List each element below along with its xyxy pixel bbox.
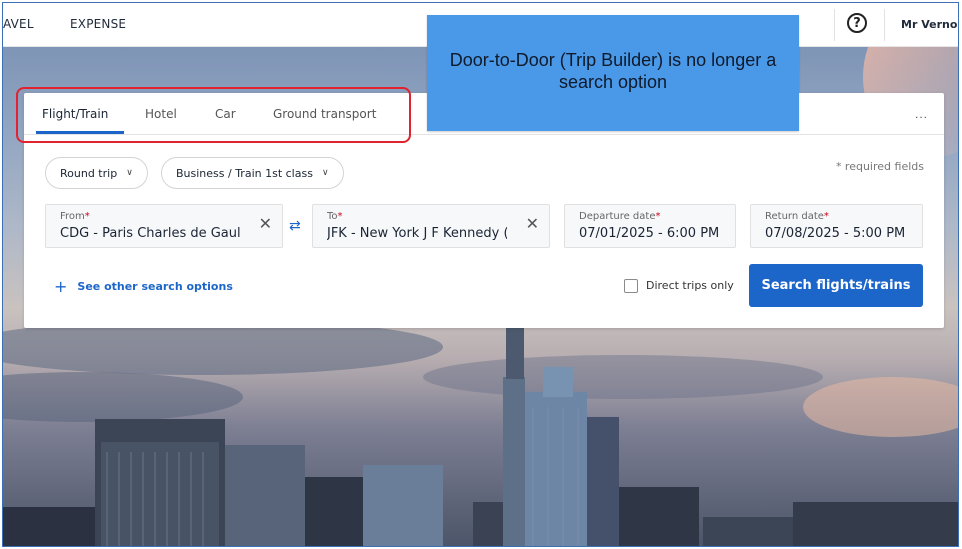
more-options-menu[interactable]: ... — [915, 107, 928, 121]
see-other-search-options-link[interactable]: + See other search options — [54, 277, 233, 296]
user-menu[interactable]: Mr Vernon B — [901, 18, 958, 31]
departure-date-value: 07/01/2025 - 6:00 PM — [579, 226, 720, 241]
from-value: CDG - Paris Charles de Gaulle — [60, 226, 240, 241]
from-field[interactable]: From* CDG - Paris Charles de Gaulle ✕ — [45, 204, 283, 248]
required-marker: * — [823, 211, 829, 222]
direct-trips-label[interactable]: Direct trips only — [646, 279, 734, 292]
to-field[interactable]: To* JFK - New York J F Kennedy (N ✕ — [312, 204, 550, 248]
plus-icon: + — [54, 277, 68, 296]
annotation-callout: Door-to-Door (Trip Builder) is no longer… — [427, 15, 799, 131]
required-marker: * — [337, 211, 343, 222]
from-label: From* — [60, 211, 90, 222]
see-other-search-options-label: See other search options — [77, 280, 233, 293]
required-fields-note: * required fields — [835, 160, 924, 173]
help-icon[interactable]: ? — [847, 13, 867, 33]
departure-date-field[interactable]: Departure date* 07/01/2025 - 6:00 PM — [564, 204, 736, 248]
required-marker: * — [655, 211, 661, 222]
return-date-value: 07/08/2025 - 5:00 PM — [765, 226, 906, 241]
nav-travel[interactable]: AVEL — [3, 17, 34, 31]
cabin-class-value: Business / Train 1st class — [176, 166, 313, 180]
search-flights-trains-button[interactable]: Search flights/trains — [749, 264, 923, 307]
close-icon[interactable]: ✕ — [259, 217, 272, 233]
nav-divider — [834, 9, 835, 41]
nav-expense[interactable]: EXPENSE — [70, 17, 126, 31]
close-icon[interactable]: ✕ — [526, 217, 539, 233]
departure-date-label: Departure date* — [579, 211, 661, 222]
swap-icon[interactable]: ⇄ — [289, 218, 301, 234]
cabin-class-dropdown[interactable]: Business / Train 1st class ∨ — [161, 157, 344, 189]
return-date-label: Return date* — [765, 211, 829, 222]
to-value: JFK - New York J F Kennedy (N — [327, 226, 507, 241]
direct-trips-checkbox[interactable] — [624, 279, 638, 293]
tabs-highlight-outline — [16, 87, 411, 143]
nav-divider — [884, 9, 885, 41]
chevron-down-icon: ∨ — [126, 168, 133, 178]
screenshot-frame: AVEL EXPENSE ? Mr Vernon B — [2, 2, 959, 547]
required-marker: * — [84, 211, 90, 222]
trip-type-dropdown[interactable]: Round trip ∨ — [45, 157, 148, 189]
trip-type-value: Round trip — [60, 166, 118, 180]
to-label: To* — [327, 211, 343, 222]
chevron-down-icon: ∨ — [321, 168, 329, 178]
return-date-field[interactable]: Return date* 07/08/2025 - 5:00 PM — [750, 204, 923, 248]
